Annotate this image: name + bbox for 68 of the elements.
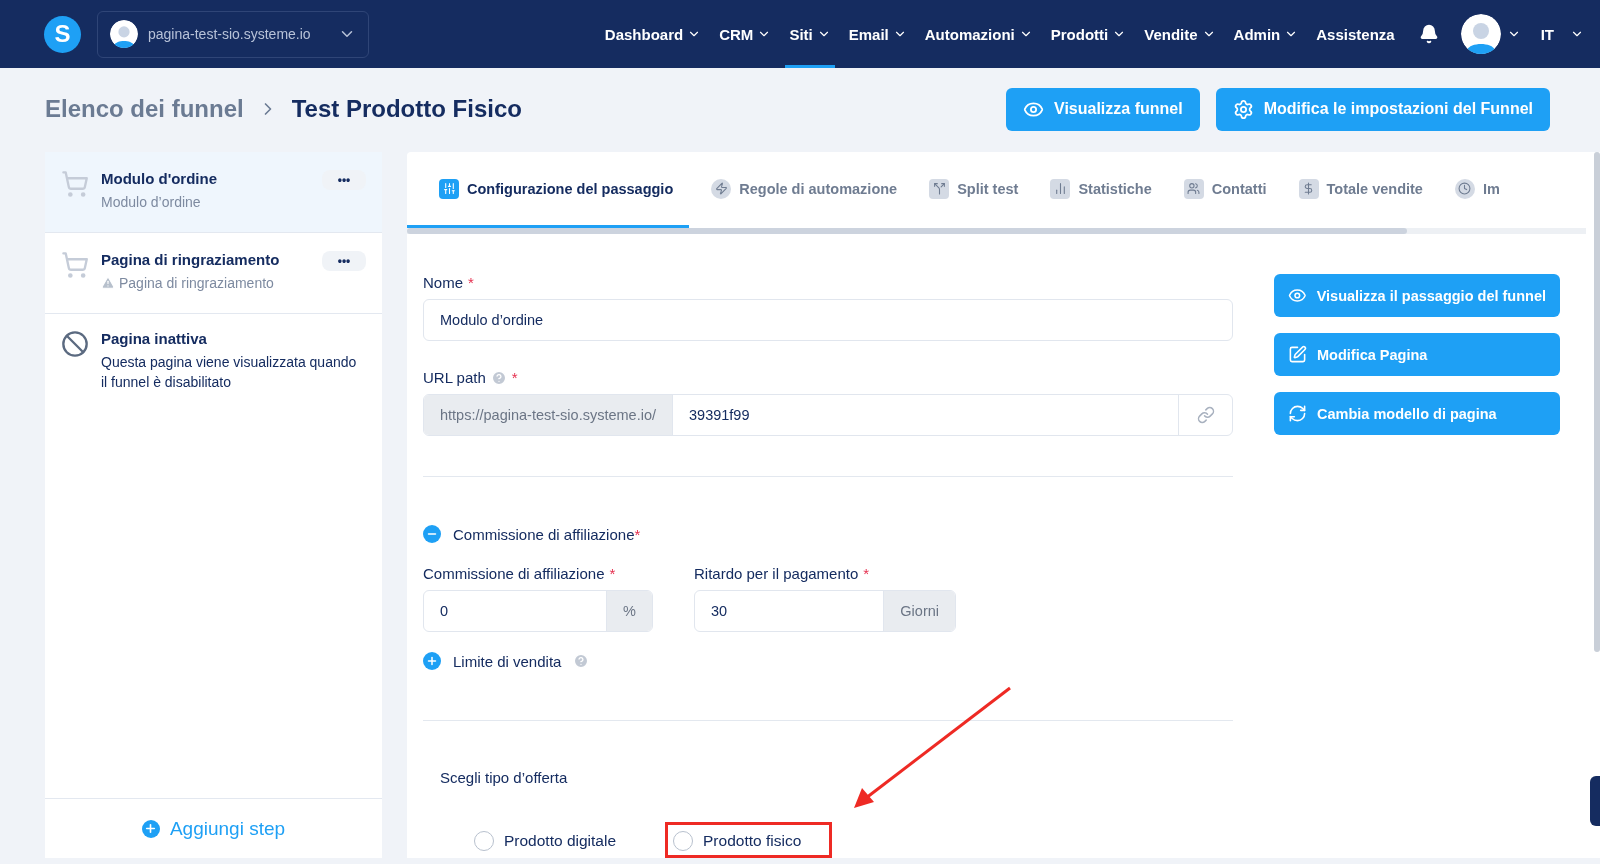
section-toggle[interactable]: Limite di vendita [423, 652, 1233, 670]
delay-field[interactable]: 30 Giorni [694, 590, 956, 632]
help-icon [490, 369, 507, 386]
step-subtitle: Questa pagina viene visualizzata quando il funnel è disabilitato [101, 353, 358, 392]
tab[interactable]: Statistiche [1028, 152, 1162, 228]
radio-option[interactable]: Prodotto digitale [466, 822, 648, 858]
field-label: URL path * [423, 369, 519, 386]
avatar-icon [110, 20, 138, 48]
step-subtitle: Pagina di ringraziamento [101, 273, 310, 293]
nav-item[interactable]: CRM [715, 0, 776, 68]
plus-icon [426, 655, 438, 667]
gear-icon [1232, 98, 1254, 120]
nav-item[interactable]: Vendite [1140, 0, 1220, 68]
bolt-icon [714, 182, 728, 195]
avatar-icon [1460, 14, 1501, 54]
nav-item[interactable]: Assistenza [1312, 0, 1399, 68]
split-icon [932, 182, 946, 195]
radio-option[interactable]: Prodotto fisico [665, 822, 833, 858]
cart-icon [61, 170, 89, 198]
users-icon [1187, 182, 1201, 195]
edit-icon [1288, 345, 1307, 364]
field-label: Nome * [423, 274, 475, 291]
warning-icon [101, 276, 115, 290]
breadcrumb-link[interactable]: Elenco dei funnel [45, 95, 244, 123]
tab[interactable]: Im [1432, 152, 1510, 228]
field-label: Ritardo per il pagamento * [694, 565, 871, 582]
scrollbar[interactable] [407, 228, 1407, 234]
profile-menu[interactable] [1460, 14, 1521, 54]
more-button[interactable]: ••• [322, 170, 366, 190]
dollar-icon [1302, 182, 1315, 195]
step-title: Pagina di ringraziamento [101, 251, 281, 268]
funnel-step[interactable]: Modulo d'ordine Modulo d’ordine ••• [45, 152, 382, 233]
plus-icon [144, 822, 158, 835]
site-selector[interactable]: pagina-test-sio.systeme.io [97, 10, 369, 58]
nav-item[interactable]: Prodotti [1046, 0, 1131, 68]
eye-icon [1288, 286, 1307, 305]
nav-item[interactable]: Dashboard [600, 0, 706, 68]
tab[interactable]: Totale vendite [1276, 152, 1433, 228]
clock-icon [1458, 182, 1472, 195]
refresh-icon [1288, 404, 1307, 423]
language-selector[interactable]: IT [1540, 25, 1584, 43]
disabled-icon [61, 330, 89, 358]
bar-chart-icon [1053, 182, 1067, 195]
feedback-tab[interactable] [1590, 776, 1600, 826]
scrollbar[interactable] [1594, 152, 1600, 652]
step-title: Pagina inattiva [101, 330, 208, 347]
commission-field[interactable]: 0 % [423, 590, 653, 632]
more-button[interactable]: ••• [322, 251, 366, 271]
sliders-icon [442, 182, 456, 195]
field-label: Scegli tipo d’offerta [439, 769, 569, 786]
step-subtitle: Modulo d’ordine [101, 193, 202, 212]
bell-icon[interactable] [1418, 24, 1439, 44]
name-field[interactable]: Modulo d’ordine [423, 299, 1233, 341]
nav-item[interactable]: Email [844, 0, 911, 68]
cart-icon [61, 251, 89, 279]
tab[interactable]: Contatti [1161, 152, 1277, 228]
section-toggle[interactable]: Commissione di affiliazione* [423, 525, 1233, 543]
help-icon [573, 653, 590, 669]
page-title: Test Prodotto Fisico [291, 95, 522, 123]
nav-item[interactable]: Admin [1229, 0, 1303, 68]
nav-item[interactable]: Automazioni [920, 0, 1037, 68]
link-icon [1196, 406, 1215, 424]
tab[interactable]: Regole di automazione [689, 152, 908, 228]
field-label: Commissione di affiliazione * [423, 565, 617, 582]
tab[interactable]: Split test [907, 152, 1029, 228]
step-title: Modulo d'ordine [101, 170, 219, 187]
url-path-field[interactable]: https://pagina-test-sio.systeme.io/ 39391f99 [423, 394, 1233, 436]
nav-item[interactable]: Siti [785, 0, 835, 68]
